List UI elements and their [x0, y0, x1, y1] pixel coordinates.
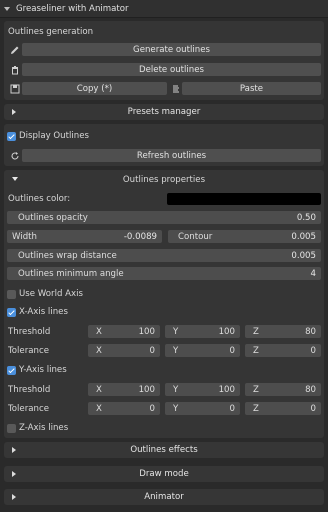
outlines-opacity-value: 0.50: [296, 212, 316, 223]
draw-mode-header[interactable]: Draw mode: [4, 466, 324, 482]
y-tolerance-y-field[interactable]: Y0: [165, 402, 240, 415]
y-value: 100: [218, 384, 235, 395]
z-value: 80: [305, 326, 316, 337]
z-label: Z: [253, 345, 259, 356]
x-threshold-y-field[interactable]: Y 100: [165, 325, 240, 338]
y-threshold-z-field[interactable]: Z 80: [245, 383, 321, 396]
use-world-axis-label: Use World Axis: [19, 289, 83, 299]
x-label: X: [96, 345, 102, 356]
delete-outlines-button[interactable]: Delete outlines: [22, 63, 321, 76]
outlines-opacity-field[interactable]: Outlines opacity 0.50: [7, 211, 321, 224]
x-axis-lines-label: X-Axis lines: [19, 307, 68, 317]
display-panel: Display Outlines Refresh outlines: [4, 124, 324, 166]
z-value: 0: [310, 345, 316, 356]
outlines-opacity-label: Outlines opacity: [18, 212, 88, 223]
presets-manager-label: Presets manager: [127, 107, 201, 117]
y-tolerance-x-field[interactable]: X0: [88, 402, 160, 415]
outlines-minimum-angle-field[interactable]: Outlines minimum angle 4: [7, 267, 321, 280]
outlines-color-label: Outlines color:: [8, 194, 71, 204]
y-label: Y: [173, 384, 179, 395]
z-label: Z: [253, 403, 259, 414]
y-threshold-x-field[interactable]: X 100: [88, 383, 160, 396]
z-value: 0: [310, 403, 316, 414]
x-tolerance-x-field[interactable]: X0: [88, 344, 160, 357]
refresh-outlines-button[interactable]: Refresh outlines: [22, 149, 321, 162]
presets-manager-header[interactable]: Presets manager: [4, 104, 324, 120]
contour-value: 0.005: [291, 231, 316, 242]
x-tolerance-z-field[interactable]: Z0: [245, 344, 321, 357]
x-tolerance-y-field[interactable]: Y0: [165, 344, 240, 357]
x-value: 100: [138, 384, 155, 395]
outlines-wrap-distance-label: Outlines wrap distance: [18, 250, 117, 261]
y-label: Y: [173, 403, 179, 414]
outlines-effects-header[interactable]: Outlines effects: [4, 442, 324, 458]
paste-icon: [169, 82, 182, 95]
paste-button[interactable]: Paste: [182, 82, 321, 95]
width-label: Width: [12, 231, 37, 242]
refresh-icon: [8, 149, 21, 162]
chevron-down-icon: [4, 6, 10, 11]
use-world-axis-checkbox[interactable]: [7, 290, 16, 299]
x-axis-lines-checkbox[interactable]: [7, 308, 16, 317]
save-icon: [8, 82, 21, 95]
x-value: 0: [149, 403, 155, 414]
y-axis-lines-label: Y-Axis lines: [19, 365, 67, 375]
x-threshold-z-field[interactable]: Z 80: [245, 325, 321, 338]
x-threshold-x-field[interactable]: X 100: [88, 325, 160, 338]
x-value: 0: [149, 345, 155, 356]
outlines-wrap-distance-field[interactable]: Outlines wrap distance 0.005: [7, 249, 321, 262]
x-label: X: [96, 403, 102, 414]
trash-icon: [8, 63, 21, 76]
x-label: X: [96, 384, 102, 395]
y-threshold-y-field[interactable]: Y 100: [165, 383, 240, 396]
outlines-color-swatch[interactable]: [167, 193, 321, 205]
y-value: 0: [229, 403, 235, 414]
copy-button[interactable]: Copy (*): [22, 82, 167, 95]
pencil-icon: [8, 43, 21, 56]
y-value: 0: [229, 345, 235, 356]
contour-field[interactable]: Contour 0.005: [168, 230, 321, 243]
y-tolerance-label: Tolerance: [8, 404, 49, 414]
z-axis-lines-label: Z-Axis lines: [19, 423, 69, 433]
outlines-minimum-angle-value: 4: [310, 268, 316, 279]
animator-header[interactable]: Animator: [4, 489, 324, 505]
z-label: Z: [253, 326, 259, 337]
x-tolerance-label: Tolerance: [8, 346, 49, 356]
outlines-properties-panel: Outlines properties Outlines color: Outl…: [4, 170, 324, 438]
width-value: -0.0089: [123, 231, 157, 242]
z-value: 80: [305, 384, 316, 395]
x-label: X: [96, 326, 102, 337]
outlines-wrap-distance-value: 0.005: [291, 250, 316, 261]
y-label: Y: [173, 326, 179, 337]
outlines-minimum-angle-label: Outlines minimum angle: [18, 268, 124, 279]
outlines-effects-label: Outlines effects: [130, 445, 198, 455]
z-axis-lines-checkbox[interactable]: [7, 424, 16, 433]
y-label: Y: [173, 345, 179, 356]
x-value: 100: [138, 326, 155, 337]
y-axis-lines-checkbox[interactable]: [7, 366, 16, 375]
y-threshold-label: Threshold: [8, 385, 51, 395]
draw-mode-label: Draw mode: [139, 469, 189, 479]
outlines-generation-heading: Outlines generation: [8, 27, 94, 37]
generate-outlines-button[interactable]: Generate outlines: [22, 43, 321, 56]
panel-title: Greaseliner with Animator: [16, 3, 129, 14]
y-value: 100: [218, 326, 235, 337]
z-label: Z: [253, 384, 259, 395]
display-outlines-label: Display Outlines: [19, 131, 89, 141]
display-outlines-checkbox[interactable]: [7, 132, 16, 141]
outlines-properties-header[interactable]: Outlines properties: [4, 170, 324, 188]
x-threshold-label: Threshold: [8, 327, 51, 337]
outlines-generation-panel: Outlines generation Generate outlines De…: [4, 21, 324, 100]
contour-label: Contour: [178, 231, 213, 242]
panel-header[interactable]: Greaseliner with Animator: [0, 0, 328, 18]
width-field[interactable]: Width -0.0089: [7, 230, 162, 243]
outlines-properties-label: Outlines properties: [122, 175, 206, 185]
y-tolerance-z-field[interactable]: Z0: [245, 402, 321, 415]
animator-label: Animator: [144, 492, 184, 502]
